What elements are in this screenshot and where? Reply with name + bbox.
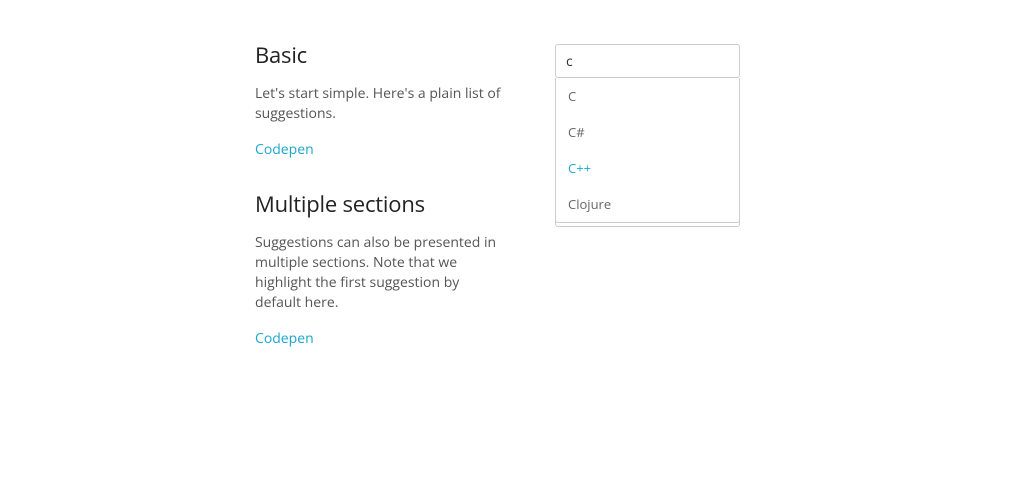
multiple-description: Suggestions can also be presented in mul… (255, 233, 505, 314)
section-basic: Basic Let's start simple. Here's a plain… (255, 40, 1024, 159)
suggestion-item[interactable]: Clojure (556, 186, 739, 222)
suggestion-item[interactable]: C (556, 78, 739, 114)
basic-codepen-link[interactable]: Codepen (255, 140, 314, 159)
basic-right: C C# C++ Clojure (555, 40, 740, 78)
multiple-codepen-link[interactable]: Codepen (255, 329, 314, 348)
multiple-left: Multiple sections Suggestions can also b… (255, 189, 505, 348)
basic-input-wrap: C C# C++ Clojure (555, 44, 740, 78)
suggestion-item[interactable]: C# (556, 114, 739, 150)
basic-description: Let's start simple. Here's a plain list … (255, 84, 505, 125)
basic-input[interactable] (555, 44, 740, 78)
multiple-title: Multiple sections (255, 189, 505, 219)
basic-suggestions: C C# C++ Clojure (555, 78, 740, 223)
basic-title: Basic (255, 40, 505, 70)
suggestion-item[interactable]: C++ (556, 150, 739, 186)
basic-left: Basic Let's start simple. Here's a plain… (255, 40, 505, 159)
